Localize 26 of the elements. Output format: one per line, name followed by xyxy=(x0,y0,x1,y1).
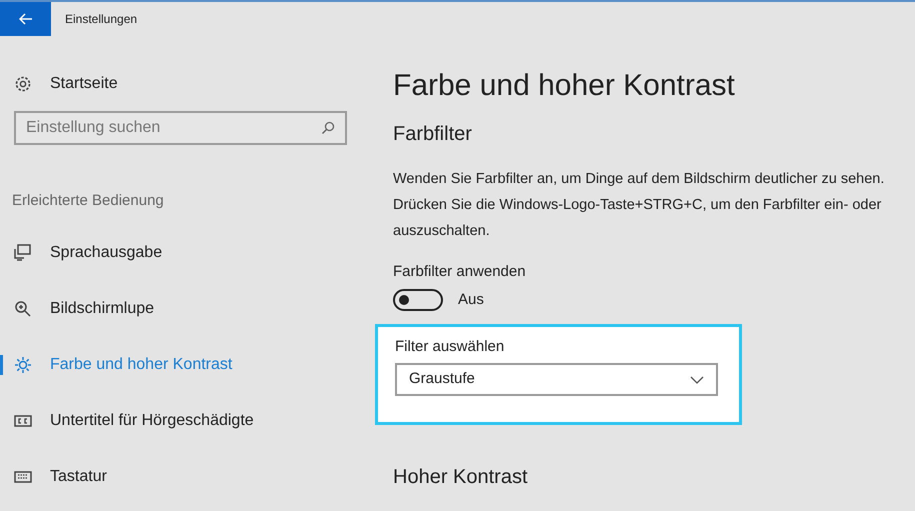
search-field[interactable]: Einstellung suchen xyxy=(14,111,347,145)
zoom-in-icon xyxy=(14,300,32,318)
back-button[interactable] xyxy=(0,2,51,36)
section-heading: Farbfilter xyxy=(393,122,473,147)
sidebar-item[interactable]: Tastatur xyxy=(50,465,107,489)
gear-icon xyxy=(14,75,32,93)
sidebar-item[interactable]: Sprachausgabe xyxy=(50,241,162,265)
monitor-icon xyxy=(14,244,32,262)
sidebar-item[interactable]: Untertitel für Hörgeschädigte xyxy=(50,409,254,433)
page-title: Farbe und hoher Kontrast xyxy=(393,68,736,104)
sidebar-item[interactable]: Bildschirmlupe xyxy=(50,297,154,321)
search-icon xyxy=(321,121,335,135)
description-text: Wenden Sie Farbfilter an, um Dinge auf dem Bildschirm deutlicher zu sehen. Drücken Sie die Windows-Logo-Taste+STRG+C, um den Farbfilter ein- oder auszuschalten. xyxy=(393,170,886,241)
section-heading: Erleichterte Bedienung xyxy=(12,191,165,211)
toggle-state: Aus xyxy=(458,290,484,310)
home-link[interactable]: Startseite xyxy=(50,72,118,96)
chevron-down-icon xyxy=(690,376,704,384)
back-arrow-icon xyxy=(18,13,32,25)
filter-dropdown[interactable]: Graustufe xyxy=(395,363,718,396)
dropdown-label: Filter auswählen xyxy=(395,337,506,357)
toggle-switch[interactable] xyxy=(393,289,443,311)
window-title: Einstellungen xyxy=(65,11,138,28)
sun-icon xyxy=(14,356,32,374)
dropdown-value: Graustufe xyxy=(409,369,475,390)
toggle-label: Farbfilter anwenden xyxy=(393,262,527,282)
section-heading: Hoher Kontrast xyxy=(393,465,529,490)
